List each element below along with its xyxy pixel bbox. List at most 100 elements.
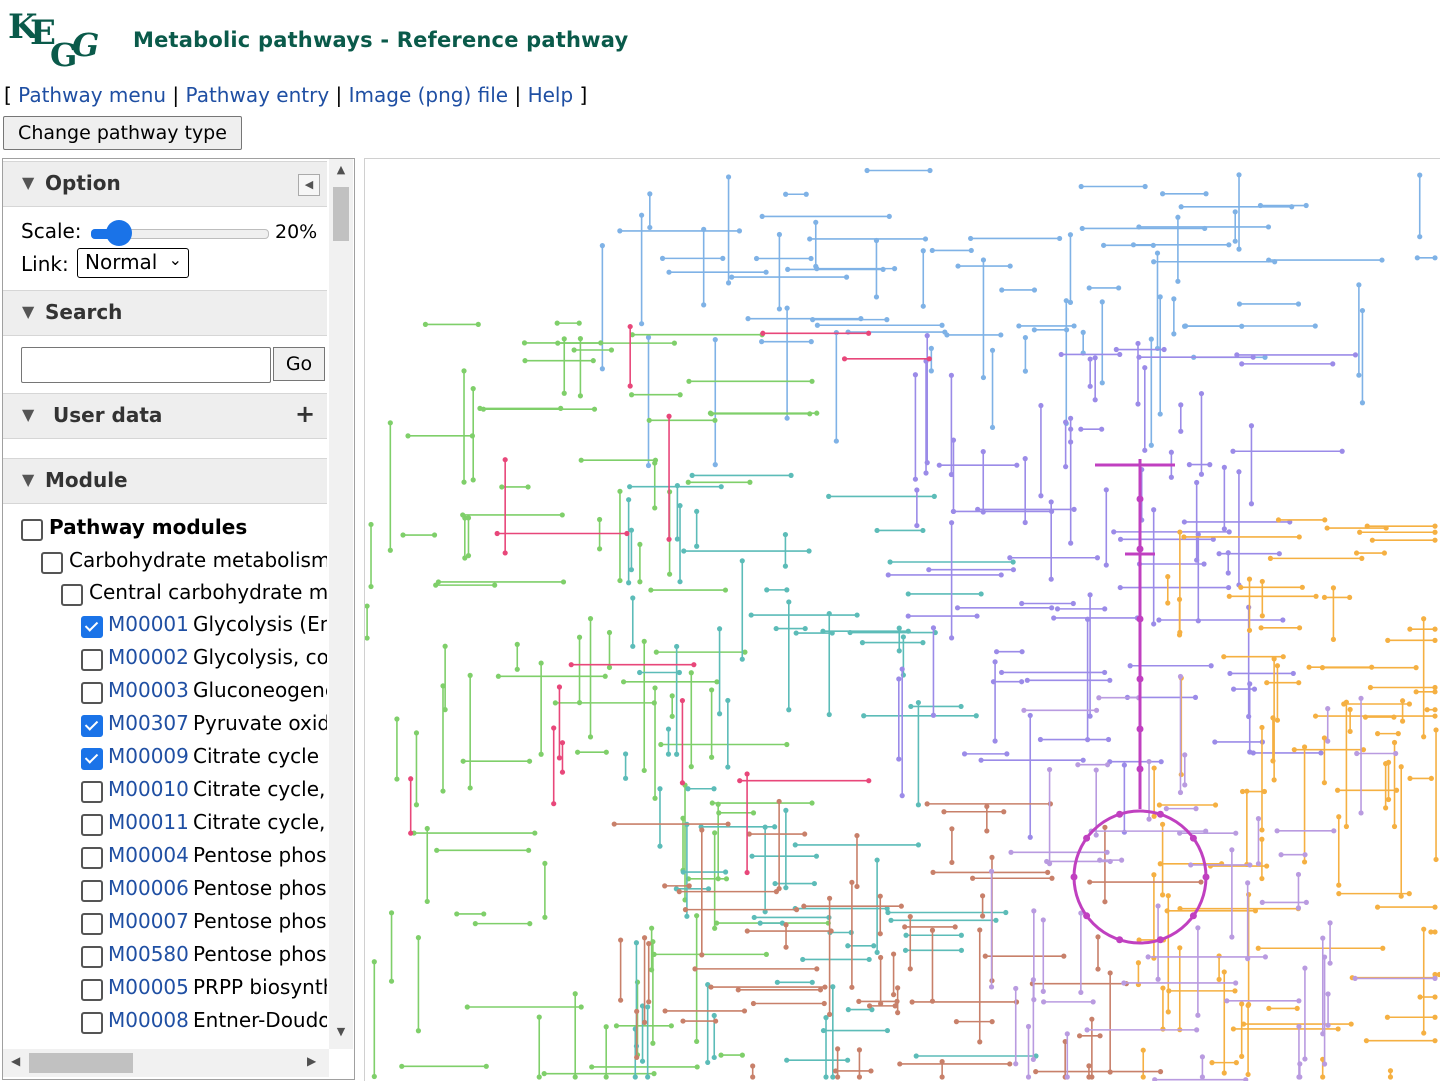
compound-node[interactable] — [674, 536, 680, 542]
compound-node[interactable] — [1229, 934, 1235, 940]
compound-node[interactable] — [826, 1011, 833, 1017]
compound-node[interactable] — [705, 886, 712, 892]
compound-node[interactable] — [1101, 242, 1107, 248]
pathway-map[interactable] — [364, 158, 1440, 1081]
compound-node[interactable] — [905, 613, 911, 619]
compound-node[interactable] — [1334, 787, 1341, 793]
compound-node[interactable] — [1233, 830, 1239, 836]
compound-node[interactable] — [811, 880, 817, 887]
compound-node[interactable] — [666, 536, 672, 542]
compound-node[interactable] — [1001, 809, 1007, 815]
compound-node[interactable] — [1251, 686, 1258, 692]
compound-node[interactable] — [899, 793, 905, 799]
compound-node[interactable] — [1356, 282, 1362, 288]
compound-node[interactable] — [1225, 570, 1231, 576]
compound-node[interactable] — [599, 243, 605, 249]
compound-node[interactable] — [866, 330, 872, 336]
compound-node[interactable] — [637, 669, 643, 676]
compound-node[interactable] — [688, 764, 694, 770]
module-checkbox[interactable] — [81, 814, 103, 836]
compound-node[interactable] — [388, 978, 395, 984]
compound-node[interactable] — [652, 505, 658, 511]
compound-node[interactable] — [984, 828, 990, 834]
compound-node[interactable] — [968, 247, 974, 254]
compound-node[interactable] — [628, 567, 635, 573]
compound-node[interactable] — [958, 932, 964, 938]
compound-node[interactable] — [1003, 909, 1009, 916]
module-checkbox[interactable] — [81, 616, 103, 638]
compound-node[interactable] — [590, 358, 596, 364]
compound-node[interactable] — [1296, 625, 1303, 631]
compound-node[interactable] — [871, 943, 877, 949]
compound-node[interactable] — [1255, 861, 1262, 867]
compound-node[interactable] — [608, 347, 615, 353]
compound-node[interactable] — [826, 493, 832, 499]
compound-node[interactable] — [680, 1018, 686, 1024]
compound-node[interactable] — [725, 174, 732, 180]
compound-node[interactable] — [1160, 1026, 1166, 1032]
compound-node[interactable] — [722, 869, 729, 875]
compound-node[interactable] — [1188, 862, 1194, 868]
compound-node[interactable] — [716, 626, 723, 632]
compound-node[interactable] — [1280, 654, 1286, 660]
compound-node[interactable] — [854, 612, 860, 618]
compound-node[interactable] — [835, 1046, 841, 1052]
module-id-link[interactable]: M00005 — [108, 975, 189, 999]
compound-node[interactable] — [1247, 862, 1253, 868]
compound-node[interactable] — [639, 1058, 646, 1064]
compound-node[interactable] — [469, 433, 475, 439]
compound-node[interactable] — [492, 582, 498, 588]
compound-node[interactable] — [627, 484, 633, 490]
compound-node[interactable] — [830, 1074, 836, 1080]
compound-node[interactable] — [561, 390, 567, 396]
compound-node[interactable] — [1159, 191, 1166, 197]
compound-node[interactable] — [784, 415, 790, 421]
compound-node[interactable] — [1117, 584, 1123, 591]
compound-node[interactable] — [1259, 724, 1265, 731]
compound-node[interactable] — [1146, 816, 1152, 822]
compound-node[interactable] — [365, 635, 370, 641]
compound-node[interactable] — [1359, 400, 1366, 406]
compound-node[interactable] — [854, 883, 860, 890]
compound-node[interactable] — [1014, 462, 1020, 468]
compound-node[interactable] — [809, 378, 815, 384]
compound-node[interactable] — [1432, 994, 1438, 1000]
compound-node[interactable] — [461, 368, 467, 374]
compound-node[interactable] — [1049, 605, 1055, 611]
compound-node[interactable] — [1352, 975, 1358, 982]
compound-node[interactable] — [989, 424, 996, 431]
compound-node[interactable] — [532, 830, 538, 836]
compound-node[interactable] — [1265, 224, 1272, 230]
compound-node[interactable] — [1107, 970, 1113, 976]
compound-node[interactable] — [1407, 626, 1413, 632]
compound-node[interactable] — [460, 512, 466, 518]
compound-node[interactable] — [1424, 707, 1430, 713]
pathway-entry-link[interactable]: Pathway entry — [186, 83, 330, 107]
compound-node[interactable] — [1383, 805, 1389, 811]
compound-node[interactable] — [954, 605, 961, 611]
compound-node[interactable] — [1181, 534, 1187, 540]
compound-node[interactable] — [1385, 637, 1391, 643]
compound-node[interactable] — [637, 541, 643, 548]
compound-node[interactable] — [542, 860, 548, 867]
compound-node[interactable] — [725, 280, 732, 286]
compound-node[interactable] — [1324, 525, 1330, 531]
compound-node[interactable] — [729, 274, 735, 280]
compound-node[interactable] — [949, 859, 955, 866]
compound-node[interactable] — [776, 798, 782, 805]
compound-node[interactable] — [538, 660, 544, 666]
compound-node[interactable] — [645, 1004, 651, 1010]
compound-node[interactable] — [1391, 739, 1398, 746]
compound-node[interactable] — [1086, 285, 1092, 291]
compound-node[interactable] — [641, 935, 648, 941]
compound-node[interactable] — [920, 248, 926, 254]
compound-node[interactable] — [1192, 694, 1199, 701]
compound-node[interactable] — [1165, 600, 1171, 606]
compound-node[interactable] — [1417, 234, 1423, 240]
compound-node[interactable] — [895, 985, 901, 991]
compound-node[interactable] — [653, 649, 659, 655]
compound-node[interactable] — [1275, 517, 1282, 523]
compound-node[interactable] — [1136, 354, 1142, 360]
compound-node[interactable] — [1177, 673, 1184, 680]
module-id-link[interactable]: M00010 — [108, 777, 189, 801]
